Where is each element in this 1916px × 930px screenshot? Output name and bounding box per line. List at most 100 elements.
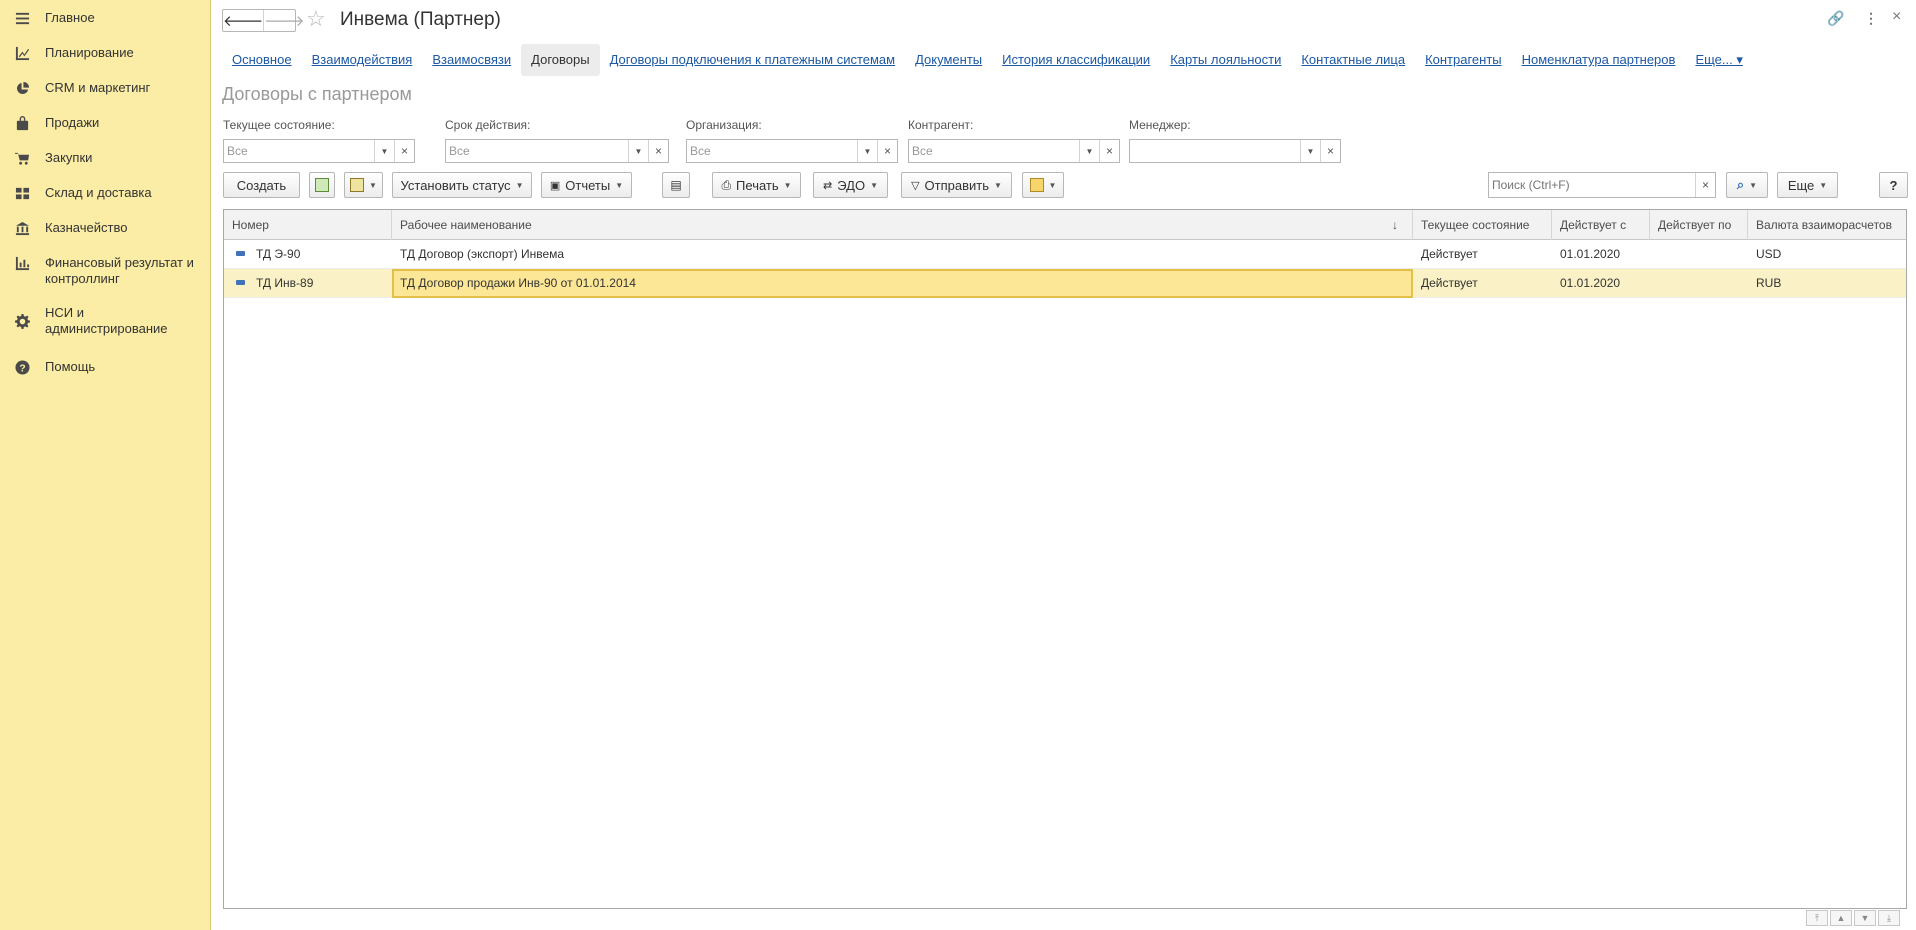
sidebar-item-finance[interactable]: Финансовый результат и контроллинг: [0, 255, 210, 287]
sidebar-item-main[interactable]: Главное: [0, 10, 210, 26]
tab-more[interactable]: Еще... ▾: [1685, 44, 1752, 76]
tab-partner-items[interactable]: Номенклатура партнеров: [1512, 44, 1686, 76]
tab-documents[interactable]: Документы: [905, 44, 992, 76]
send-label: Отправить: [924, 177, 989, 193]
table-header: Номер Рабочее наименование ↓ Текущее сост…: [224, 210, 1906, 240]
sidebar-item-warehouse[interactable]: Склад и доставка: [0, 185, 210, 201]
scroll-up-icon[interactable]: ▲: [1830, 910, 1852, 926]
create-based-icon: [350, 178, 365, 192]
sidebar-item-label: Помощь: [45, 359, 96, 374]
clear-icon[interactable]: ×: [1320, 140, 1340, 162]
sidebar-item-purchases[interactable]: Закупки: [0, 150, 210, 166]
print-button[interactable]: ⎙ Печать ▼: [712, 172, 801, 198]
column-header-state[interactable]: Текущее состояние: [1413, 210, 1552, 240]
link-icon[interactable]: 🔗: [1827, 10, 1844, 27]
clear-icon[interactable]: ×: [1099, 140, 1119, 162]
filter-org-label: Организация:: [686, 118, 762, 132]
tab-contacts[interactable]: Контактные лица: [1291, 44, 1415, 76]
list-settings-button[interactable]: ▤: [662, 172, 690, 198]
tab-relations[interactable]: Взаимосвязи: [422, 44, 521, 76]
create-button[interactable]: Создать: [223, 172, 300, 198]
table-scroll-controls: ⤒ ▲ ▼ ⤓: [1806, 910, 1900, 926]
cell-state: Действует: [1421, 276, 1478, 290]
column-header-valid-from[interactable]: Действует с: [1552, 210, 1650, 240]
filter-state-label: Текущее состояние:: [223, 118, 335, 132]
sidebar-item-sales[interactable]: Продажи: [0, 115, 210, 131]
filter-manager-input[interactable]: [1130, 140, 1300, 162]
cell-number: ТД Э-90: [256, 247, 301, 261]
filter-counterparty[interactable]: Все ▼ ×: [908, 139, 1120, 163]
favorite-star-icon[interactable]: ☆: [306, 8, 326, 30]
clear-icon[interactable]: ×: [394, 140, 414, 162]
tab-payment-contracts[interactable]: Договоры подключения к платежным система…: [600, 44, 906, 76]
copy-button[interactable]: [309, 172, 335, 198]
more-button[interactable]: Еще ▼: [1777, 172, 1838, 198]
search-input[interactable]: [1489, 173, 1695, 197]
column-header-currency[interactable]: Валюта взаиморасчетов: [1748, 210, 1906, 240]
search-options-button[interactable]: ⌕ ▼: [1726, 172, 1768, 198]
tab-contracts[interactable]: Договоры: [521, 44, 600, 76]
dropdown-icon[interactable]: ▼: [374, 140, 394, 162]
sidebar-item-admin[interactable]: НСИ и администрирование: [0, 305, 210, 337]
tab-counterparties[interactable]: Контрагенты: [1415, 44, 1512, 76]
tab-main[interactable]: Основное: [222, 44, 302, 76]
filter-period[interactable]: Все ▼ ×: [445, 139, 669, 163]
forward-button[interactable]: 🡒: [264, 10, 304, 31]
bank-icon: [14, 220, 30, 236]
tab-classification-history[interactable]: История классификации: [992, 44, 1160, 76]
clear-icon[interactable]: ×: [877, 140, 897, 162]
dropdown-icon[interactable]: ▼: [1300, 140, 1320, 162]
attachments-button[interactable]: ▼: [1022, 172, 1064, 198]
print-label: Печать: [736, 177, 779, 193]
send-icon: ▽: [911, 179, 920, 192]
sidebar-item-planning[interactable]: Планирование: [0, 45, 210, 61]
clear-icon[interactable]: ×: [648, 140, 668, 162]
filter-org-input[interactable]: Все: [687, 140, 857, 162]
filter-org[interactable]: Все ▼ ×: [686, 139, 898, 163]
dropdown-icon[interactable]: ▼: [857, 140, 877, 162]
dropdown-icon[interactable]: ▼: [1079, 140, 1099, 162]
sidebar-item-label: Казначейство: [45, 220, 128, 235]
contracts-table: Номер Рабочее наименование ↓ Текущее сост…: [223, 209, 1907, 909]
back-button[interactable]: 🡐: [223, 10, 265, 31]
help-button[interactable]: ?: [1879, 172, 1908, 198]
filter-state-input[interactable]: Все: [224, 140, 374, 162]
filter-manager[interactable]: ▼ ×: [1129, 139, 1341, 163]
table-row-selected[interactable]: ТД Инв-89 ТД Договор продажи Инв-90 от 0…: [224, 269, 1906, 298]
scroll-bottom-icon[interactable]: ⤓: [1878, 910, 1900, 926]
set-status-button[interactable]: Установить статус ▼: [392, 172, 532, 198]
column-header-valid-to[interactable]: Действует по: [1650, 210, 1748, 240]
cell-name-focused[interactable]: ТД Договор продажи Инв-90 от 01.01.2014: [392, 269, 1413, 298]
column-header-name[interactable]: Рабочее наименование ↓: [392, 210, 1413, 240]
close-icon[interactable]: ×: [1892, 8, 1901, 26]
scroll-top-icon[interactable]: ⤒: [1806, 910, 1828, 926]
history-nav: 🡐 🡒: [222, 9, 304, 32]
table-row[interactable]: ТД Э-90 ТД Договор (экспорт) Инвема Дейс…: [224, 240, 1906, 269]
tab-loyalty-cards[interactable]: Карты лояльности: [1160, 44, 1291, 76]
edo-label: ЭДО: [837, 177, 866, 193]
sidebar-item-label: CRM и маркетинг: [45, 80, 151, 95]
filter-period-label: Срок действия:: [445, 118, 531, 132]
more-actions-icon[interactable]: ⋮: [1864, 10, 1878, 27]
contract-icon: [236, 280, 245, 285]
edo-icon: ⇄: [823, 179, 833, 192]
reports-button[interactable]: ▣ Отчеты ▼: [541, 172, 632, 198]
filter-counterparty-input[interactable]: Все: [909, 140, 1079, 162]
sidebar-item-crm[interactable]: CRM и маркетинг: [0, 80, 210, 96]
tab-interactions[interactable]: Взаимодействия: [302, 44, 423, 76]
filter-period-input[interactable]: Все: [446, 140, 628, 162]
clear-search-icon[interactable]: ×: [1695, 173, 1715, 197]
cart-icon: [14, 150, 30, 166]
search-field[interactable]: ×: [1488, 172, 1716, 198]
create-based-on-button[interactable]: ▼: [344, 172, 383, 198]
sidebar: Главное Планирование CRM и маркетинг Про…: [0, 0, 211, 930]
dropdown-icon[interactable]: ▼: [628, 140, 648, 162]
sidebar-item-treasury[interactable]: Казначейство: [0, 220, 210, 236]
cell-currency: USD: [1756, 247, 1782, 261]
send-button[interactable]: ▽ Отправить ▼: [901, 172, 1012, 198]
sidebar-item-help[interactable]: ? Помощь: [0, 359, 210, 375]
filter-state[interactable]: Все ▼ ×: [223, 139, 415, 163]
edo-button[interactable]: ⇄ ЭДО ▼: [813, 172, 888, 198]
column-header-number[interactable]: Номер: [224, 210, 392, 240]
scroll-down-icon[interactable]: ▼: [1854, 910, 1876, 926]
